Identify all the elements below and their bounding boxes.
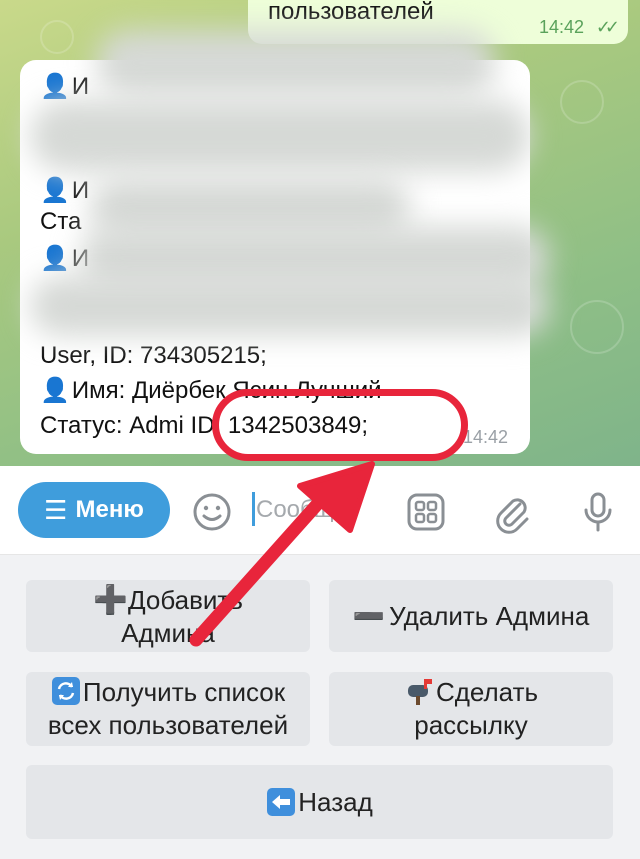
microphone-icon[interactable] [576,490,620,534]
person-icon: 👤 [40,245,70,272]
get-users-list-button[interactable]: Получить список всех пользователей [26,672,310,746]
message-line: User, ID: 734305215; [40,342,267,369]
menu-button[interactable]: ☰ Меню [18,482,170,538]
outgoing-message-text: пользователей [268,0,434,25]
remove-admin-button[interactable]: ➖ Удалить Админа [329,580,613,652]
back-button-label: Назад [298,786,373,817]
person-icon: 👤 [40,177,70,204]
privacy-blur [30,100,530,172]
back-button[interactable]: Назад [26,765,613,839]
message-line: 👤И [40,73,90,100]
minus-icon: ➖ [352,600,386,631]
background-doodle [570,300,624,354]
get-users-list-label: Получить список всех пользователей [47,677,289,740]
broadcast-button[interactable]: Сделать рассылку [329,672,613,746]
privacy-blur [96,30,496,96]
mailbox-icon [407,679,432,705]
plus-icon: ➕ [93,583,128,615]
background-doodle [40,20,74,54]
add-admin-label: ➕Добавить Админа [93,583,243,648]
add-admin-button[interactable]: ➕Добавить Админа [26,580,310,652]
message-time: 14:42 [462,427,508,447]
message-line: Ста [40,208,82,235]
text-caret [252,492,255,526]
broadcast-label: Сделать рассылку [404,676,538,742]
double-check-icon: ✓✓ [595,17,620,37]
person-icon: 👤 [40,73,70,100]
emoji-icon[interactable] [190,490,234,534]
paperclip-icon[interactable] [490,490,534,534]
message-input-bar: ☰ Меню Сообщ... [0,466,640,555]
remove-admin-label: Удалить Админа [389,600,590,631]
back-arrow-icon [267,788,296,816]
bot-commands-icon[interactable] [404,490,448,534]
message-time: 14:42 [538,17,584,37]
hamburger-icon: ☰ [44,494,68,525]
person-icon: 👤 [40,377,70,404]
message-line: 👤И [40,177,90,204]
menu-button-label: Меню [75,496,144,523]
bot-reply-keyboard: ➕Добавить Админа ➖ Удалить Админа Получит… [0,555,640,859]
refresh-icon [51,677,80,705]
message-input[interactable]: Сообщ... [256,496,354,524]
privacy-blur [30,276,550,336]
background-doodle [560,80,604,124]
id-highlight-circle [212,389,468,461]
